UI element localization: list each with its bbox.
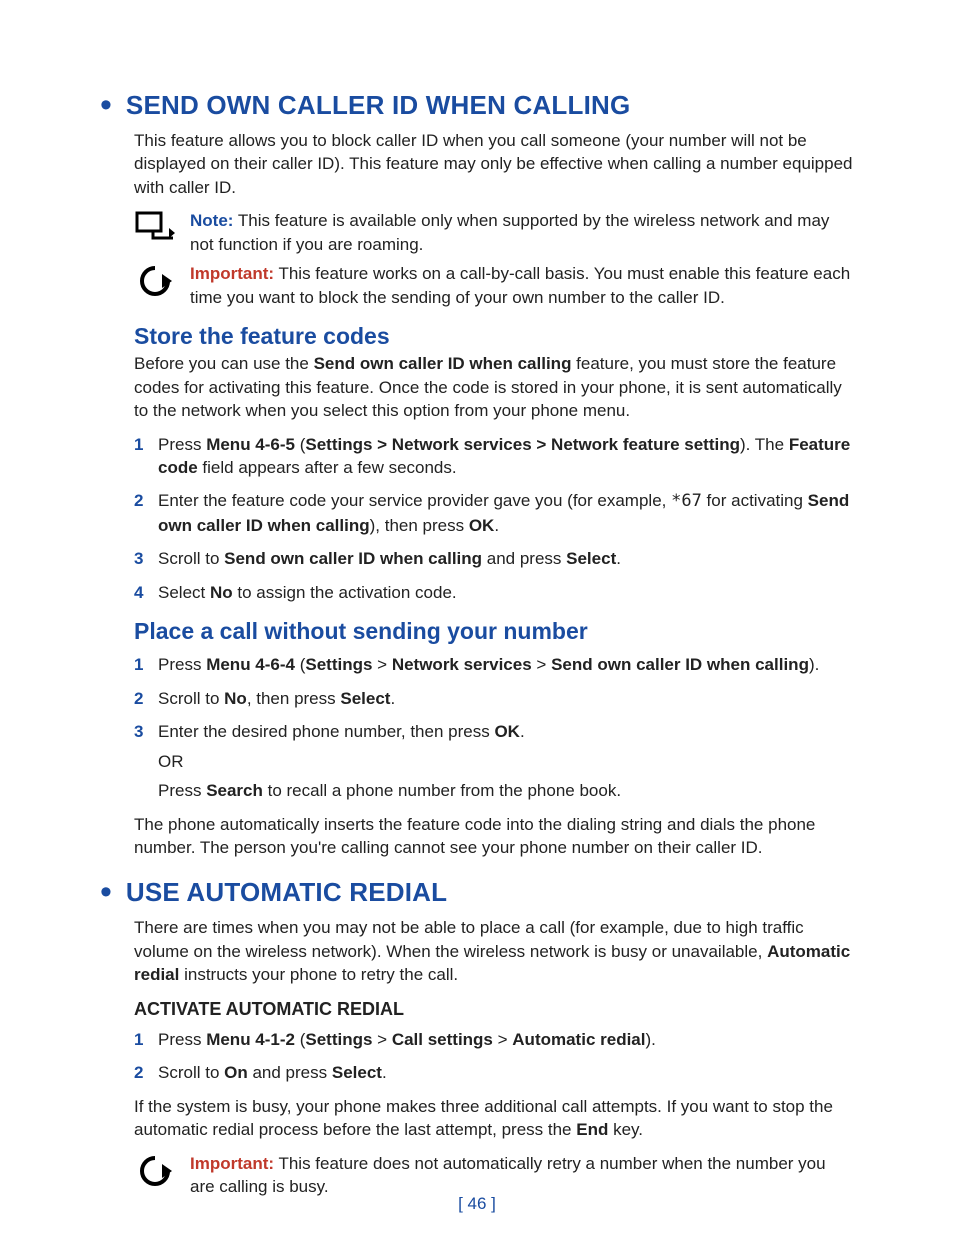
step-list: 1 Press Menu 4-6-4 (Settings > Network s… <box>134 653 854 802</box>
manual-page: • SEND OWN CALLER ID WHEN CALLING This f… <box>0 0 954 1248</box>
section-heading: USE AUTOMATIC REDIAL <box>126 877 447 908</box>
step: 2 Enter the feature code your service pr… <box>134 489 854 537</box>
important-text: Important: This feature does not automat… <box>190 1152 854 1199</box>
important-icon <box>134 1152 176 1188</box>
step: 3 Scroll to Send own caller ID when call… <box>134 547 854 570</box>
paragraph: If the system is busy, your phone makes … <box>134 1095 854 1142</box>
bullet-icon: • <box>100 92 112 118</box>
subsection-heading: Place a call without sending your number <box>134 618 854 645</box>
page-number: [ 46 ] <box>0 1194 954 1214</box>
subsection-heading: Store the feature codes <box>134 323 854 350</box>
section-heading: SEND OWN CALLER ID WHEN CALLING <box>126 90 631 121</box>
step-sub: Press Search to recall a phone number fr… <box>158 779 854 802</box>
note-callout: Note: This feature is available only whe… <box>134 209 854 256</box>
paragraph: Before you can use the Send own caller I… <box>134 352 854 422</box>
note-label: Note: <box>190 211 233 230</box>
step-or: OR <box>158 750 854 773</box>
bullet-icon: • <box>100 879 112 905</box>
section-heading-row: • USE AUTOMATIC REDIAL <box>100 877 854 914</box>
important-label: Important: <box>190 1154 274 1173</box>
step: 2 Scroll to On and press Select. <box>134 1061 854 1084</box>
step: 2 Scroll to No, then press Select. <box>134 687 854 710</box>
note-text: Note: This feature is available only whe… <box>190 209 854 256</box>
step-list: 1 Press Menu 4-6-5 (Settings > Network s… <box>134 433 854 605</box>
step: 1 Press Menu 4-6-4 (Settings > Network s… <box>134 653 854 676</box>
step: 1 Press Menu 4-6-5 (Settings > Network s… <box>134 433 854 480</box>
important-callout: Important: This feature does not automat… <box>134 1152 854 1199</box>
step: 1 Press Menu 4-1-2 (Settings > Call sett… <box>134 1028 854 1051</box>
paragraph: The phone automatically inserts the feat… <box>134 813 854 860</box>
step: 4 Select No to assign the activation cod… <box>134 581 854 604</box>
important-text: Important: This feature works on a call-… <box>190 262 854 309</box>
paragraph: This feature allows you to block caller … <box>134 129 854 199</box>
step-list: 1 Press Menu 4-1-2 (Settings > Call sett… <box>134 1028 854 1085</box>
section-heading-row: • SEND OWN CALLER ID WHEN CALLING <box>100 90 854 127</box>
important-label: Important: <box>190 264 274 283</box>
important-callout: Important: This feature works on a call-… <box>134 262 854 309</box>
note-icon <box>134 209 176 241</box>
step: 3 Enter the desired phone number, then p… <box>134 720 854 802</box>
subsection-heading: ACTIVATE AUTOMATIC REDIAL <box>134 999 854 1020</box>
paragraph: There are times when you may not be able… <box>134 916 854 986</box>
important-icon <box>134 262 176 298</box>
